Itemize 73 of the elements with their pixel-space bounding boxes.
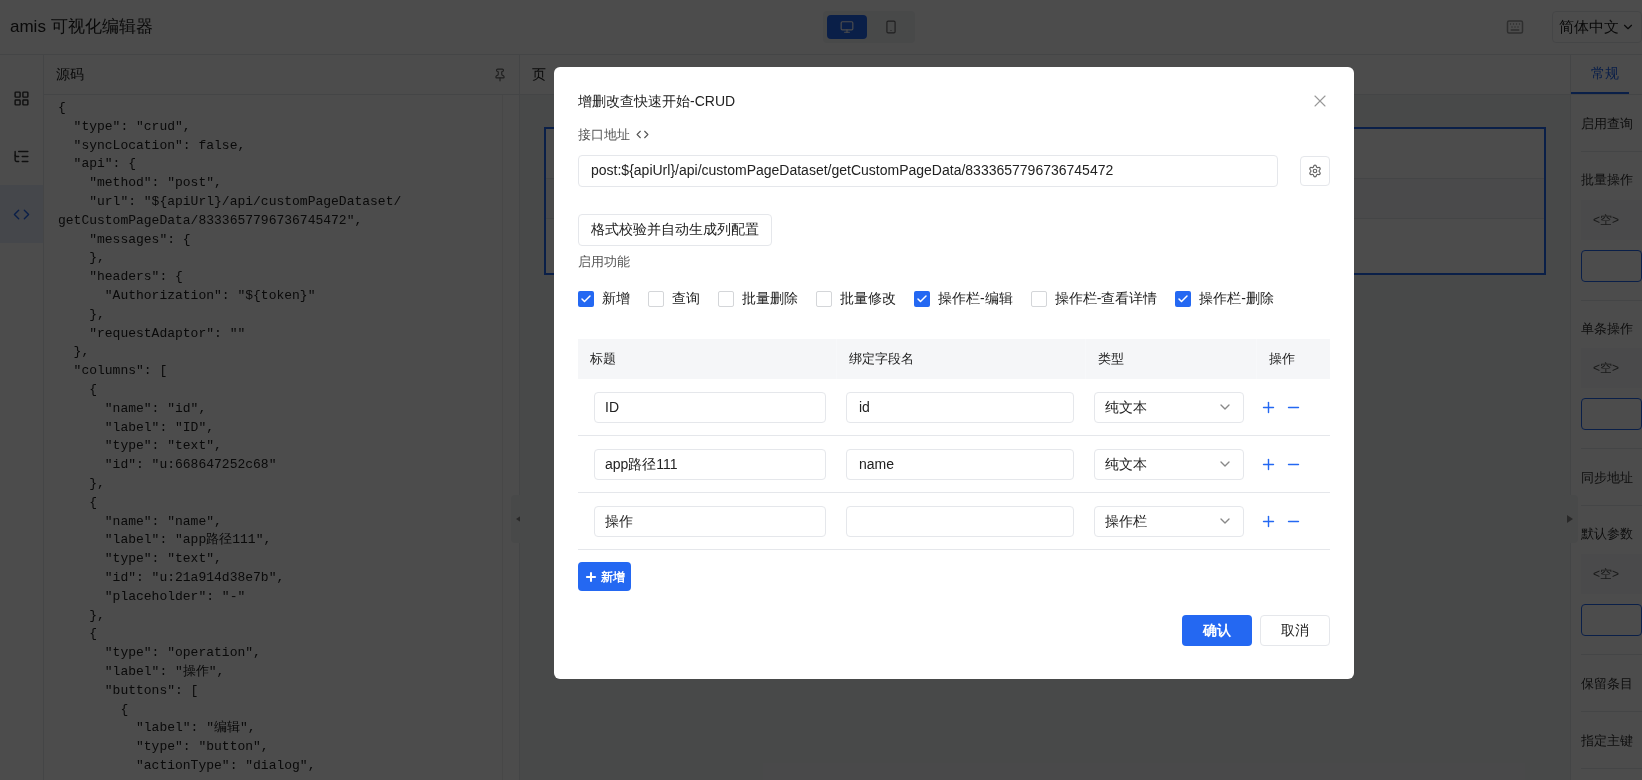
- checkbox-label: 操作栏-查看详情: [1054, 289, 1158, 308]
- code-line: "type": "crud",: [72, 117, 191, 136]
- setting-label: 保留条目: [1581, 675, 1633, 691]
- code-line: "placeholder": "-": [103, 587, 246, 606]
- code-line: "type": "operation",: [103, 644, 261, 663]
- code-line: },: [72, 343, 90, 362]
- code-line: "type": "text",: [103, 437, 222, 456]
- code-line: "actionType": "dialog",: [135, 756, 316, 775]
- type-select[interactable]: 纯文本: [1094, 448, 1244, 480]
- app-title: amis 可视化编辑器: [10, 16, 153, 39]
- code-line: },: [88, 474, 105, 493]
- code-line: "requestAdaptor": "": [88, 324, 246, 343]
- add-button[interactable]: 新增: [578, 562, 631, 591]
- code-line: "api": {: [72, 155, 136, 174]
- code-line: "messages": {: [88, 230, 191, 249]
- field-label: 接口地址: [578, 126, 630, 144]
- code-line: {: [88, 625, 97, 644]
- code-line: "syncLocation": false,: [72, 136, 246, 155]
- code-line: "method": "post",: [88, 174, 222, 193]
- code-line: "type": "text",: [103, 550, 222, 569]
- api-url-input[interactable]: post:${apiUrl}/api/customPageDataset/getCustomPageData/8333657796736745472: [578, 154, 1278, 187]
- checkbox-label: 批量删除: [742, 289, 798, 308]
- code-line: "type": "button",: [135, 738, 269, 757]
- code-line: getCustomPageData/8333657796736745472",: [58, 211, 363, 230]
- setting-label: 指定主键: [1581, 732, 1633, 748]
- code-line: {: [119, 700, 129, 719]
- code-line: "id": "u:668647252c68": [103, 456, 277, 475]
- checkbox-label: 操作栏-删除: [1199, 289, 1274, 308]
- checkbox[interactable]: [648, 290, 664, 307]
- code-line: "id": "u:21a914d38e7b",: [103, 568, 285, 587]
- code-line: "label": "ID",: [103, 418, 215, 437]
- settings-icon[interactable]: [1308, 163, 1322, 178]
- checkbox-label: 批量修改: [840, 289, 896, 308]
- code-line: "buttons": [: [103, 681, 199, 700]
- generate-columns-button[interactable]: 格式校验并自动生成列配置: [578, 213, 772, 246]
- section-label: 启用功能: [578, 252, 630, 271]
- title-input[interactable]: 操作: [594, 505, 826, 537]
- setting-label: 默认参数: [1581, 525, 1634, 543]
- checkbox[interactable]: [816, 290, 832, 307]
- type-select[interactable]: 操作栏: [1094, 505, 1244, 537]
- title-input[interactable]: ID: [594, 391, 826, 423]
- setting-label: 启用查询: [1581, 116, 1633, 131]
- checkbox-label: 新增: [602, 289, 630, 308]
- plus-icon[interactable]: [584, 569, 598, 584]
- code-line: "name": "name",: [103, 512, 222, 531]
- field-input[interactable]: name: [846, 448, 1074, 480]
- cancel-button[interactable]: 取消: [1260, 615, 1330, 646]
- title-input[interactable]: app路径111: [594, 448, 826, 480]
- code-line: },: [88, 305, 105, 324]
- checkbox[interactable]: [718, 290, 734, 307]
- code-line: "label": "app路径111",: [103, 531, 272, 550]
- code-line: "Authorization": "${token}": [103, 286, 316, 305]
- code-line: "url": "${apiUrl}/api/customPageDataset/: [88, 193, 402, 211]
- dialog-title: 增删改查快速开始-CRUD: [578, 91, 736, 111]
- panel-title: 源码: [56, 65, 84, 84]
- code-line: },: [88, 249, 105, 268]
- code-line: "label": "操作",: [103, 662, 225, 681]
- confirm-button[interactable]: 确认: [1182, 615, 1252, 646]
- code-line: {: [88, 493, 97, 512]
- checkbox-label: 操作栏-编辑: [938, 289, 1013, 308]
- code-line: "label": "编辑",: [135, 719, 256, 738]
- code-line: },: [88, 606, 105, 625]
- field-input[interactable]: [846, 505, 1074, 537]
- code-line: "headers": {: [88, 268, 183, 287]
- checkbox[interactable]: [1030, 290, 1047, 307]
- code-line: "columns": [: [72, 362, 168, 381]
- code-line: {: [58, 99, 66, 117]
- settings-button[interactable]: [1300, 155, 1330, 186]
- checkbox-label: 查询: [672, 289, 700, 308]
- code-line: "name": "id",: [103, 399, 207, 418]
- code-line: {: [88, 380, 97, 399]
- type-select[interactable]: 纯文本: [1094, 391, 1244, 423]
- field-input[interactable]: id: [846, 391, 1074, 423]
